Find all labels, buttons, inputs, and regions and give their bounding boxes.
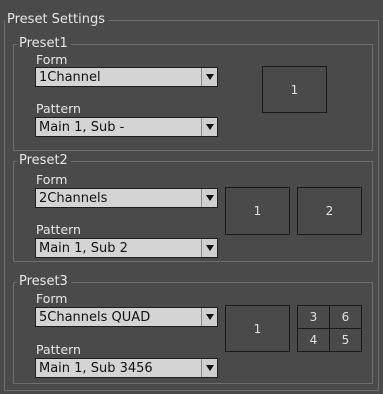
- preset2-sub-screen: 2: [297, 187, 362, 235]
- chevron-down-icon[interactable]: [201, 239, 217, 257]
- preset2-form-value: 2Channels: [39, 191, 108, 206]
- chevron-down-icon[interactable]: [201, 189, 217, 207]
- screen-number: 2: [325, 204, 334, 218]
- preset3-pattern-label: Pattern: [36, 342, 81, 357]
- preset1-form-dropdown[interactable]: 1Channel: [35, 67, 218, 87]
- preset2-form-dropdown[interactable]: 2Channels: [35, 188, 218, 208]
- preset1-form-label: Form: [36, 52, 68, 67]
- preset1-title: Preset1: [17, 36, 71, 51]
- preset3-title: Preset3: [17, 274, 71, 289]
- preset1-pattern-dropdown[interactable]: Main 1, Sub -: [35, 117, 218, 137]
- preset2-title: Preset2: [17, 153, 71, 168]
- preset2-pattern-value: Main 1, Sub 2: [39, 241, 128, 256]
- preset3-form-dropdown[interactable]: 5Channels QUAD: [35, 307, 218, 327]
- preset1-pattern-value: Main 1, Sub -: [39, 120, 125, 135]
- preset3-form-label: Form: [36, 291, 68, 306]
- preset3-main-screen: 1: [225, 305, 290, 352]
- preset3-form-value: 5Channels QUAD: [39, 310, 151, 325]
- screen-number: 1: [290, 82, 299, 97]
- chevron-down-icon[interactable]: [201, 68, 217, 86]
- preset1-main-screen: 1: [262, 66, 327, 113]
- preset1-form-value: 1Channel: [39, 70, 101, 85]
- chevron-down-icon[interactable]: [201, 359, 217, 377]
- screen-number: 6: [341, 310, 350, 324]
- screen-number: 1: [253, 204, 262, 218]
- preset3-sub-screen-3: 3: [297, 305, 330, 329]
- preset-settings-title: Preset Settings: [5, 12, 108, 27]
- preset3-pattern-dropdown[interactable]: Main 1, Sub 3456: [35, 358, 218, 378]
- preset3-sub-screen-4: 4: [297, 328, 330, 352]
- screen-number: 3: [309, 310, 318, 324]
- screen-number: 5: [341, 333, 350, 347]
- preset1-pattern-label: Pattern: [36, 101, 81, 116]
- preset2-pattern-dropdown[interactable]: Main 1, Sub 2: [35, 238, 218, 258]
- preset2-main-screen: 1: [225, 187, 290, 235]
- preset2-pattern-label: Pattern: [36, 222, 81, 237]
- preset3-pattern-value: Main 1, Sub 3456: [39, 361, 153, 376]
- preset3-sub-screen-6: 6: [329, 305, 362, 329]
- chevron-down-icon[interactable]: [201, 308, 217, 326]
- chevron-down-icon[interactable]: [201, 118, 217, 136]
- preset3-sub-screen-5: 5: [329, 328, 362, 352]
- screen-number: 4: [309, 333, 318, 347]
- screen-number: 1: [253, 321, 262, 336]
- preset2-form-label: Form: [36, 172, 68, 187]
